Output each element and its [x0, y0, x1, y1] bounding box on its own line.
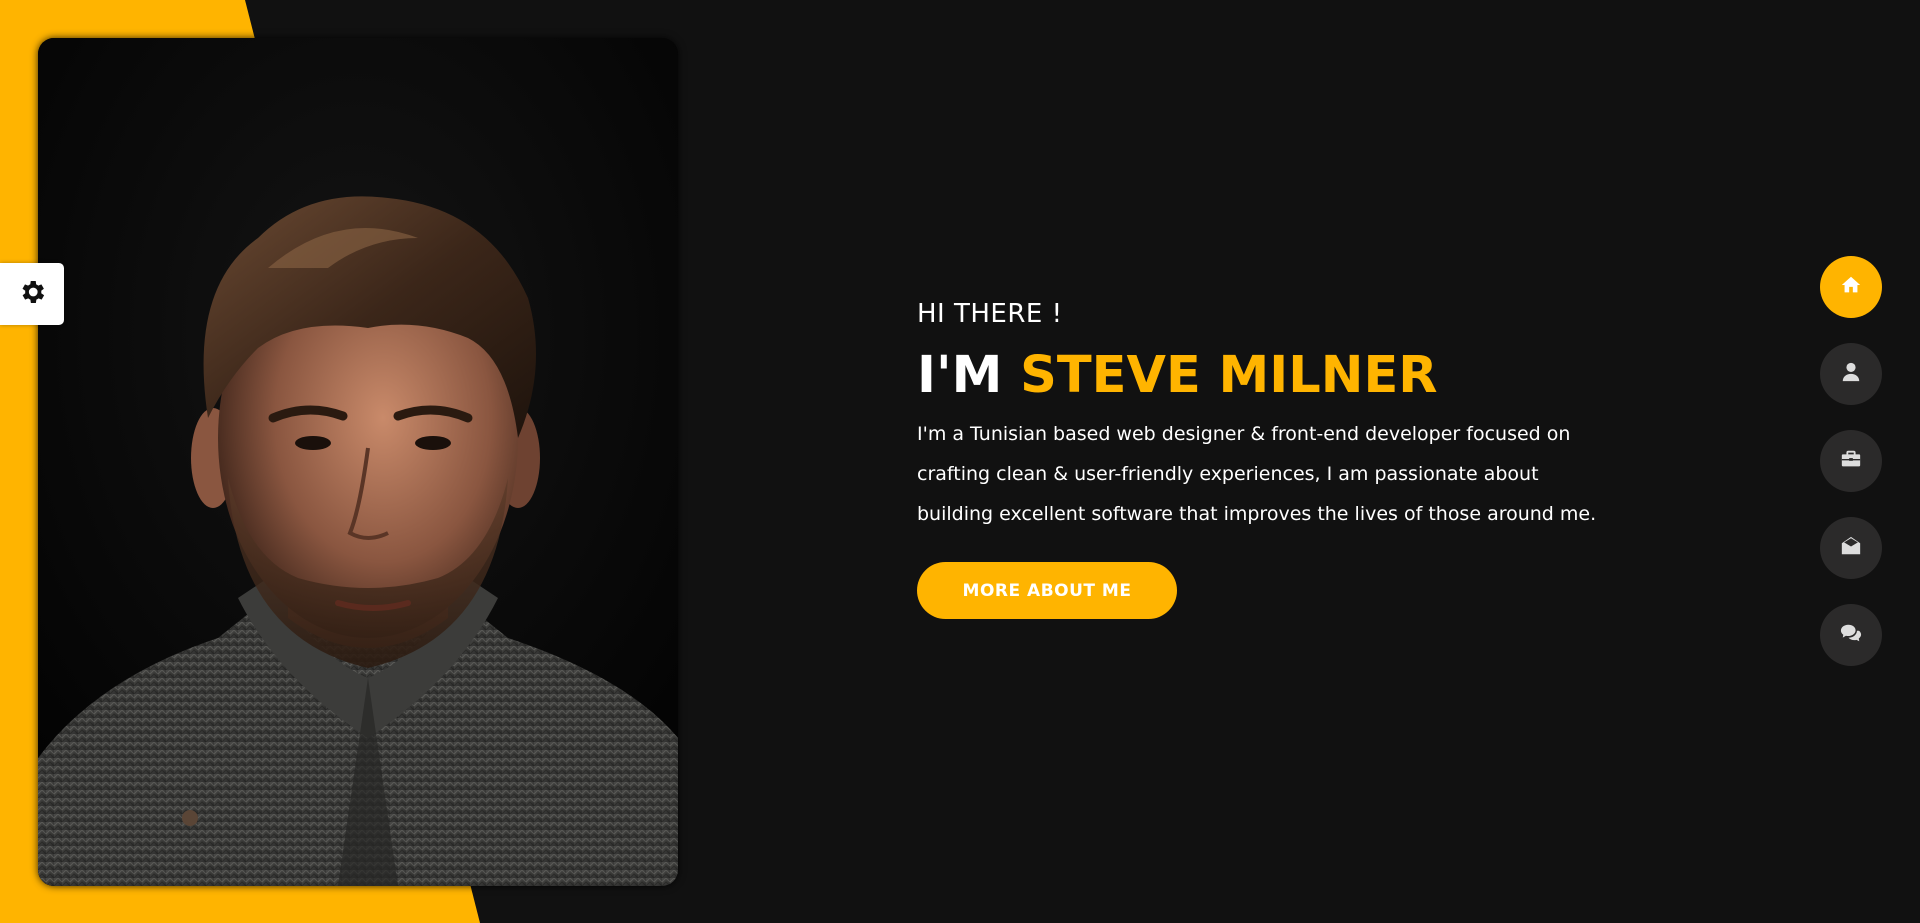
nav-item-blog[interactable] — [1820, 604, 1882, 666]
name-prefix: I'M — [917, 346, 1021, 405]
hero-section: HI THERE ! I'M STEVE MILNER I'm a Tunisi… — [917, 292, 1617, 619]
nav-item-portfolio[interactable] — [1820, 430, 1882, 492]
comments-icon — [1840, 622, 1862, 648]
user-icon — [1840, 361, 1862, 387]
side-nav — [1820, 256, 1882, 691]
briefcase-icon — [1840, 448, 1862, 474]
home-icon — [1840, 274, 1862, 300]
gear-icon — [17, 277, 47, 311]
hero-title: I'M STEVE MILNER — [917, 342, 1617, 410]
nav-item-about[interactable] — [1820, 343, 1882, 405]
envelope-open-icon — [1840, 535, 1862, 561]
more-about-me-button[interactable]: MORE ABOUT ME — [917, 562, 1177, 619]
portrait-photo — [38, 38, 678, 886]
bio-text: I'm a Tunisian based web designer & fron… — [917, 423, 1597, 525]
page: HI THERE ! I'M STEVE MILNER I'm a Tunisi… — [0, 0, 1920, 923]
name-highlight: STEVE MILNER — [1020, 346, 1438, 405]
nav-item-contact[interactable] — [1820, 517, 1882, 579]
nav-item-home[interactable] — [1820, 256, 1882, 318]
settings-button[interactable] — [0, 263, 64, 325]
greeting-text: HI THERE ! — [917, 299, 1063, 329]
